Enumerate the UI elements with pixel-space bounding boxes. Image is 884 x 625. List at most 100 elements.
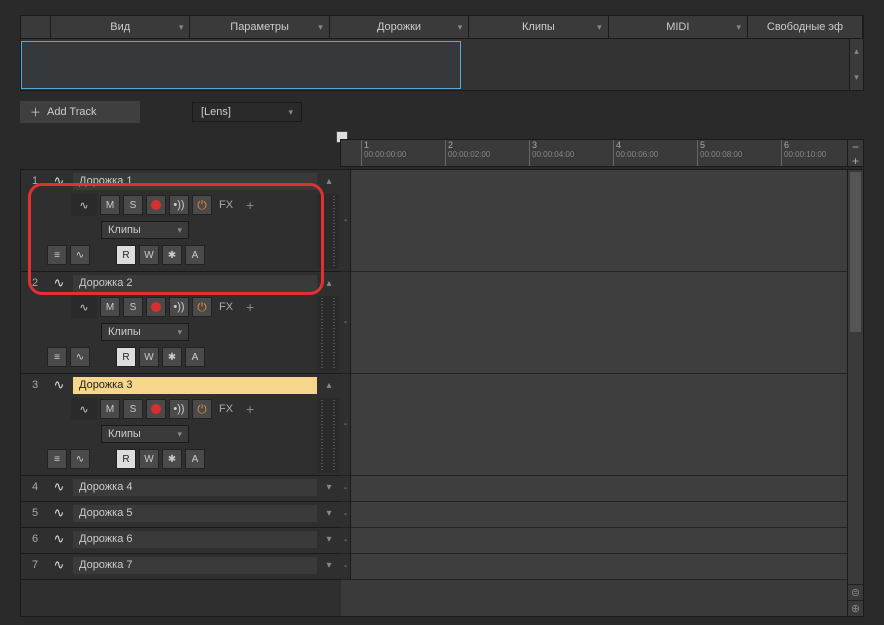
solo-button[interactable]: S (123, 399, 143, 419)
freeze-button[interactable]: ✱ (162, 245, 182, 265)
mute-button[interactable]: M (100, 195, 120, 215)
track-name[interactable]: Дорожка 7 (73, 557, 317, 574)
scroll-thumb[interactable] (850, 172, 861, 332)
freeze-button[interactable]: ✱ (162, 347, 182, 367)
track-name[interactable]: Дорожка 4 (73, 479, 317, 496)
fx-label[interactable]: FX (215, 199, 237, 211)
clips-dropdown[interactable]: Клипы▾ (101, 221, 189, 239)
zoom-out-button[interactable]: − (848, 140, 863, 154)
menu-tracks[interactable]: Дорожки▾ (330, 16, 469, 38)
zoom-fit-button[interactable]: ⊜ (848, 584, 863, 600)
collapse-icon[interactable]: ▴ (321, 176, 337, 187)
track-header[interactable]: 4 ∿ Дорожка 4 ▾ (21, 476, 341, 502)
fx-power-button[interactable]: ⏻ (192, 297, 212, 317)
collapse-icon[interactable]: ▴ (321, 278, 337, 289)
track-header[interactable]: 3 ∿ Дорожка 3 ▴ ∿ M S •)) ⏻ FX + Клипы▾ … (21, 374, 341, 476)
mute-button[interactable]: M (100, 399, 120, 419)
align-button[interactable]: ≡ (47, 449, 67, 469)
monitor-button[interactable]: •)) (169, 399, 189, 419)
waveform-icon: ∿ (49, 377, 69, 393)
add-fx-button[interactable]: + (240, 297, 260, 317)
track-header[interactable]: 6 ∿ Дорожка 6 ▾ (21, 528, 341, 554)
freeze-button[interactable]: ✱ (162, 449, 182, 469)
archive-button[interactable]: A (185, 347, 205, 367)
track-number: 7 (25, 559, 45, 571)
clips-dropdown[interactable]: Клипы▾ (101, 425, 189, 443)
fx-power-button[interactable]: ⏻ (192, 195, 212, 215)
overview-scrollbar[interactable]: ▴ ▾ (849, 39, 863, 90)
track-lane[interactable]: - (341, 374, 847, 476)
align-button[interactable]: ≡ (47, 347, 67, 367)
track-lane[interactable]: - (341, 476, 847, 502)
write-button[interactable]: W (139, 245, 159, 265)
track-name[interactable]: Дорожка 2 (73, 275, 317, 292)
fx-power-button[interactable]: ⏻ (192, 399, 212, 419)
track-header[interactable]: 5 ∿ Дорожка 5 ▾ (21, 502, 341, 528)
collapse-icon[interactable]: ▴ (321, 380, 337, 391)
archive-button[interactable]: A (185, 449, 205, 469)
overview-viewport[interactable] (21, 41, 461, 89)
track-header[interactable]: 1 ∿ Дорожка 1 ▴ ∿ M S •)) ⏻ FX + Клипы▾ … (21, 170, 341, 272)
read-button[interactable]: R (116, 347, 136, 367)
track-lane[interactable]: - (341, 528, 847, 554)
fx-label[interactable]: FX (215, 403, 237, 415)
menu-view[interactable]: Вид▾ (51, 16, 190, 38)
solo-button[interactable]: S (123, 297, 143, 317)
menu-clips[interactable]: Клипы▾ (469, 16, 608, 38)
track-number: 4 (25, 481, 45, 493)
track-name[interactable]: Дорожка 5 (73, 505, 317, 522)
zoom-vertical-button[interactable]: ⊕ (848, 600, 863, 616)
fx-label[interactable]: FX (215, 301, 237, 313)
waveform-icon: ∿ (71, 194, 97, 216)
monitor-button[interactable]: •)) (169, 297, 189, 317)
mute-button[interactable]: M (100, 297, 120, 317)
solo-button[interactable]: S (123, 195, 143, 215)
read-button[interactable]: R (116, 245, 136, 265)
align-button[interactable]: ≡ (47, 245, 67, 265)
automation-button[interactable]: ∿ (70, 449, 90, 469)
collapse-icon[interactable]: ▾ (321, 560, 337, 571)
read-button[interactable]: R (116, 449, 136, 469)
record-arm-button[interactable] (146, 399, 166, 419)
collapse-icon[interactable]: ▾ (321, 482, 337, 493)
track-lane[interactable]: - (341, 272, 847, 374)
track-name[interactable]: Дорожка 1 (73, 173, 317, 190)
menu-midi[interactable]: MIDI▾ (609, 16, 748, 38)
time-ruler[interactable]: 100:00:00:00200:00:02:00300:00:04:00400:… (340, 139, 864, 167)
automation-button[interactable]: ∿ (70, 347, 90, 367)
automation-button[interactable]: ∿ (70, 245, 90, 265)
archive-button[interactable]: A (185, 245, 205, 265)
clips-dropdown[interactable]: Клипы▾ (101, 323, 189, 341)
collapse-icon[interactable]: ▾ (321, 508, 337, 519)
track-lane[interactable]: - (341, 554, 847, 580)
zoom-in-button[interactable]: + (848, 154, 863, 168)
menu-parameters[interactable]: Параметры▾ (190, 16, 329, 38)
collapse-icon[interactable]: ▾ (321, 534, 337, 545)
track-lane[interactable]: - (341, 170, 847, 272)
monitor-button[interactable]: •)) (169, 195, 189, 215)
overview-strip[interactable]: ▴ ▾ (20, 39, 864, 91)
record-arm-button[interactable] (146, 297, 166, 317)
ruler-ticks[interactable]: 100:00:00:00200:00:02:00300:00:04:00400:… (341, 140, 847, 166)
add-track-button[interactable]: ＋ Add Track (20, 101, 140, 123)
write-button[interactable]: W (139, 449, 159, 469)
lens-dropdown[interactable]: [Lens] ▾ (192, 102, 302, 122)
track-lanes[interactable]: ------- (341, 170, 847, 616)
lens-label: [Lens] (201, 106, 231, 118)
track-name[interactable]: Дорожка 6 (73, 531, 317, 548)
write-button[interactable]: W (139, 347, 159, 367)
track-number: 5 (25, 507, 45, 519)
vertical-scrollbar[interactable]: ⊜ ⊕ (847, 170, 863, 616)
track-name[interactable]: Дорожка 3 (73, 377, 317, 394)
track-lane[interactable]: - (341, 502, 847, 528)
menu-fx[interactable]: Свободные эф (748, 16, 863, 38)
chevron-down-icon: ▾ (318, 22, 323, 33)
add-fx-button[interactable]: + (240, 195, 260, 215)
scroll-down-icon[interactable]: ▾ (850, 65, 863, 91)
track-header[interactable]: 2 ∿ Дорожка 2 ▴ ∿ M S •)) ⏻ FX + Клипы▾ … (21, 272, 341, 374)
track-header[interactable]: 7 ∿ Дорожка 7 ▾ (21, 554, 341, 580)
add-fx-button[interactable]: + (240, 399, 260, 419)
scroll-up-icon[interactable]: ▴ (850, 39, 863, 65)
record-arm-button[interactable] (146, 195, 166, 215)
add-track-label: Add Track (47, 106, 97, 118)
